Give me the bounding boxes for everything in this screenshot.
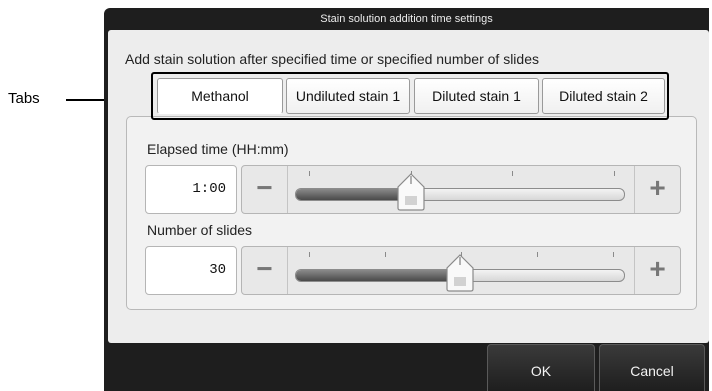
elapsed-time-plus-button[interactable]: + [634, 166, 680, 213]
elapsed-time-label: Elapsed time (HH:mm) [147, 141, 289, 157]
minus-icon: − [256, 172, 273, 203]
elapsed-time-thumb[interactable] [396, 173, 426, 211]
slider-tick [614, 171, 615, 176]
number-of-slides-minus-button[interactable]: − [242, 247, 288, 294]
slider-tick [613, 252, 614, 257]
number-of-slides-fill [296, 270, 460, 281]
number-of-slides-plus-button[interactable]: + [634, 247, 680, 294]
slider-tick [385, 252, 386, 257]
slider-tick [512, 171, 513, 176]
elapsed-time-slider: − + [241, 165, 681, 214]
tabs-callout-label: Tabs [8, 90, 40, 107]
elapsed-time-track[interactable] [295, 188, 625, 201]
dialog-title: Stain solution addition time settings [320, 13, 493, 25]
slider-tick [309, 252, 310, 257]
plus-icon: + [649, 253, 666, 284]
minus-icon: − [256, 253, 273, 284]
number-of-slides-thumb[interactable] [445, 254, 475, 292]
elapsed-time-value[interactable]: 1:00 [145, 165, 237, 214]
number-of-slides-slider: − + [241, 246, 681, 295]
slider-tick [309, 171, 310, 176]
ok-button[interactable]: OK [487, 344, 595, 391]
number-of-slides-value[interactable]: 30 [145, 246, 237, 295]
elapsed-time-fill [296, 189, 411, 200]
number-of-slides-label: Number of slides [147, 222, 253, 238]
elapsed-time-minus-button[interactable]: − [242, 166, 288, 213]
plus-icon: + [649, 172, 666, 203]
tabs-highlight-frame [151, 72, 669, 120]
instruction-text: Add stain solution after specified time … [125, 51, 539, 67]
slider-tick [537, 252, 538, 257]
cancel-button[interactable]: Cancel [599, 344, 705, 391]
